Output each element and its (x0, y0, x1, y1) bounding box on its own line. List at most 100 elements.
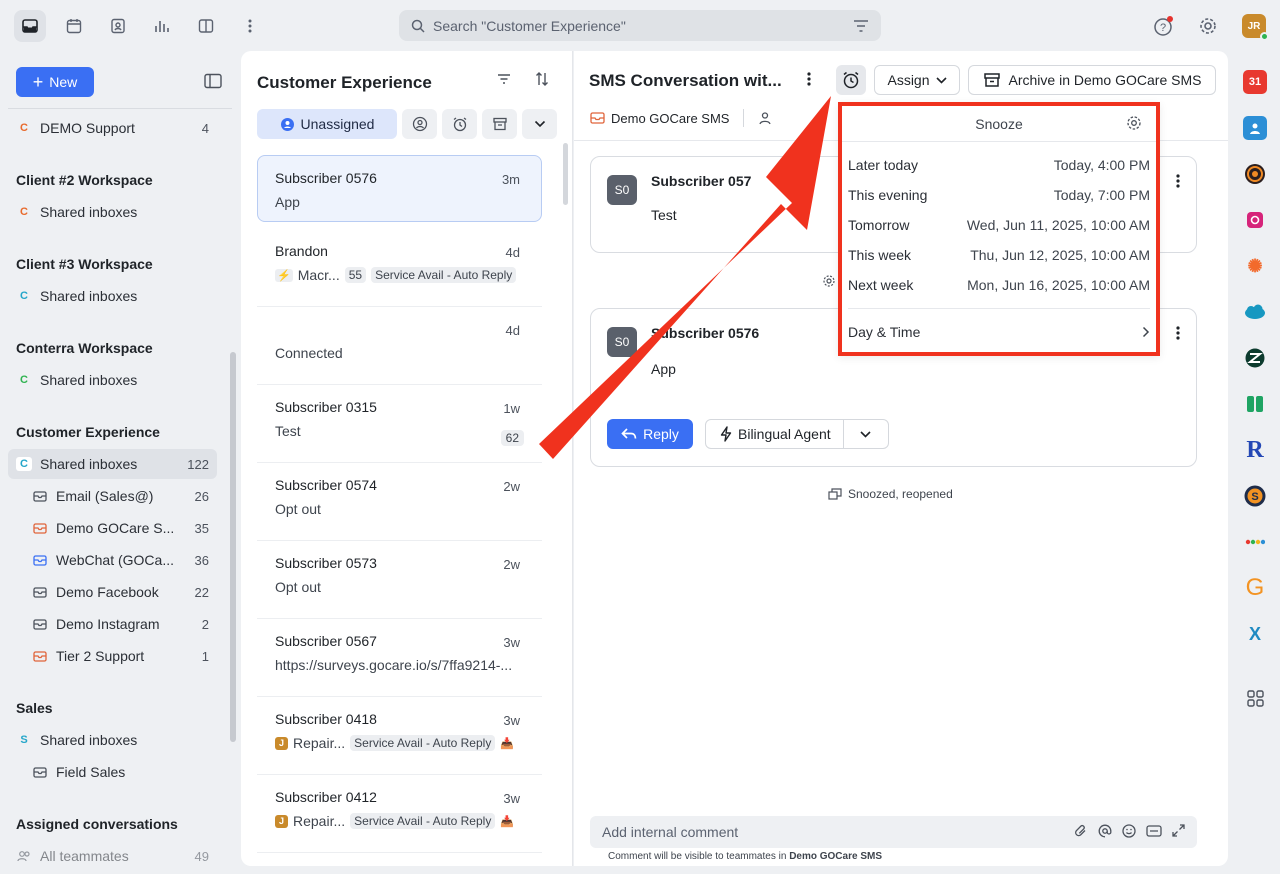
search-input[interactable]: Search "Customer Experience" (399, 10, 881, 41)
sidebar-item-inbox[interactable]: Tier 2 Support 1 (8, 641, 217, 671)
sort-icon[interactable] (534, 71, 550, 90)
snooze-option-label: Later today (848, 157, 919, 173)
analytics-icon[interactable] (146, 10, 178, 42)
inbox-icon[interactable] (14, 10, 46, 42)
user-avatar[interactable]: JR (1242, 14, 1269, 41)
unassigned-icon (280, 117, 294, 131)
sidebar-item-inbox[interactable]: WebChat (GOCa... 36 (8, 545, 217, 575)
filter-snoozed[interactable] (442, 109, 477, 139)
reopen-icon (828, 488, 842, 500)
sidebar-scrollbar[interactable] (230, 352, 236, 742)
g-app-icon[interactable]: G (1243, 574, 1267, 601)
archive-button[interactable]: Archive in Demo GOCare SMS (968, 65, 1216, 95)
snooze-option-this-evening[interactable]: This evening Today, 7:00 PM (848, 180, 1150, 210)
online-status-dot (1260, 32, 1269, 41)
apps-grid-icon[interactable] (1243, 686, 1267, 710)
instagram-app-icon[interactable] (1243, 208, 1267, 232)
snooze-button[interactable] (836, 65, 866, 95)
sidebar-item-inbox[interactable]: Email (Sales@) 26 (8, 481, 217, 511)
ai-agent-main[interactable]: Bilingual Agent (706, 420, 844, 448)
sidebar-item-shared-inboxes[interactable]: C Shared inboxes 122 (8, 449, 217, 479)
more-vertical-icon[interactable] (234, 10, 266, 42)
calendar-icon[interactable] (58, 10, 90, 42)
sidebar-item-inbox[interactable]: Field Sales (8, 757, 217, 787)
list-item[interactable]: Subscriber 0418 3w J Repair... Service A… (257, 697, 542, 775)
hubspot-app-icon[interactable]: ✺ (1243, 254, 1267, 278)
filter-more-dropdown[interactable] (522, 109, 557, 139)
reply-button[interactable]: Reply (607, 419, 693, 449)
filter-assigned[interactable] (402, 109, 437, 139)
split-view-icon[interactable] (190, 10, 222, 42)
workspace-badge: C (20, 206, 28, 218)
user-icon[interactable] (758, 111, 772, 125)
settings-gear-icon[interactable] (1192, 10, 1224, 42)
g-app-letter: G (1245, 574, 1265, 601)
contacts-icon[interactable] (102, 10, 134, 42)
list-item[interactable]: 4d Connected (257, 307, 542, 385)
conversation-name: Subscriber 0412 (275, 789, 377, 805)
sidebar-item-demo-support[interactable]: C DEMO Support 4 (8, 113, 217, 143)
envelope-icon (32, 490, 48, 502)
snooze-option-this-week[interactable]: This week Thu, Jun 12, 2025, 10:00 AM (848, 240, 1150, 270)
dots-app-icon[interactable] (1243, 530, 1267, 554)
more-vertical-icon[interactable] (807, 71, 811, 90)
sidebar-item-all-teammates[interactable]: All teammates 49 (8, 841, 217, 871)
target-app-icon[interactable] (1243, 162, 1267, 186)
attachment-icon[interactable] (1074, 824, 1088, 841)
list-item[interactable]: Subscriber 0574 2w Opt out (257, 463, 542, 541)
internal-comment-input[interactable]: Add internal comment (590, 816, 1197, 848)
more-vertical-icon[interactable] (1176, 325, 1180, 344)
collapse-sidebar-icon[interactable] (204, 73, 222, 92)
sidebar-item-inbox[interactable]: Demo Facebook 22 (8, 577, 217, 607)
filter-icon[interactable] (496, 71, 512, 90)
sidebar-item-inbox[interactable]: Demo GOCare S... 35 (8, 513, 217, 543)
inbox-indicator[interactable]: Demo GOCare SMS (590, 109, 772, 127)
snooze-option-next-week[interactable]: Next week Mon, Jun 16, 2025, 10:00 AM (848, 270, 1150, 300)
filter-archived[interactable] (482, 109, 517, 139)
salesforce-app-icon[interactable] (1243, 300, 1267, 324)
snooze-option-time: Mon, Jun 16, 2025, 10:00 AM (967, 277, 1150, 293)
mention-icon[interactable] (1098, 824, 1112, 841)
snooze-option-tomorrow[interactable]: Tomorrow Wed, Jun 11, 2025, 10:00 AM (848, 210, 1150, 240)
filter-unassigned[interactable]: Unassigned (257, 109, 397, 139)
sidebar-item-label: Email (Sales@) (56, 488, 154, 504)
message-count-badge: 55 (344, 267, 367, 283)
snooze-option-time: Thu, Jun 12, 2025, 10:00 AM (970, 247, 1150, 263)
list-item[interactable]: Subscriber 0576 3m App (257, 155, 542, 222)
ai-agent-dropdown[interactable] (844, 430, 888, 438)
sidebar-item-shared-inboxes[interactable]: C Shared inboxes (8, 365, 217, 395)
x-app-icon[interactable]: X (1243, 622, 1267, 646)
help-icon[interactable]: ? (1148, 10, 1180, 42)
emoji-icon[interactable] (1122, 823, 1136, 841)
sidebar-item-shared-inboxes[interactable]: C Shared inboxes (8, 281, 217, 311)
new-button[interactable]: + New (16, 67, 94, 97)
list-item[interactable]: Subscriber 0412 3w J Repair... Service A… (257, 775, 542, 853)
contacts-app-icon[interactable] (1243, 116, 1267, 140)
ai-agent-button[interactable]: Bilingual Agent (705, 419, 889, 449)
list-item[interactable]: Subscriber 0573 2w Opt out (257, 541, 542, 619)
sidebar-item-inbox[interactable]: Demo Instagram 2 (8, 609, 217, 639)
r-app-icon[interactable]: R (1243, 437, 1267, 463)
snooze-settings-gear-icon[interactable] (1126, 115, 1142, 134)
sheets-app-icon[interactable] (1243, 392, 1267, 416)
assign-button[interactable]: Assign (874, 65, 960, 95)
chevron-down-icon (935, 76, 947, 84)
list-item[interactable]: Brandon 4d ⚡ Macr... 55 Service Avail - … (257, 229, 542, 307)
expand-icon[interactable] (1172, 823, 1185, 841)
sidebar-item-shared-inboxes[interactable]: C Shared inboxes (8, 197, 217, 227)
list-scrollbar[interactable] (563, 143, 568, 205)
snooze-option-later-today[interactable]: Later today Today, 4:00 PM (848, 150, 1150, 180)
zendesk-app-icon[interactable] (1243, 346, 1267, 370)
calendar-app-icon[interactable]: 31 (1243, 70, 1267, 94)
gif-icon[interactable] (1146, 824, 1162, 841)
s-app-icon[interactable]: S (1243, 484, 1267, 508)
more-vertical-icon[interactable] (1176, 173, 1180, 192)
sidebar-item-shared-inboxes[interactable]: S Shared inboxes (8, 725, 217, 755)
list-item[interactable]: Subscriber 0567 3w https://surveys.gocar… (257, 619, 542, 697)
snooze-option-day-time[interactable]: Day & Time (848, 317, 1150, 347)
filter-icon[interactable] (853, 19, 869, 32)
sidebar-item-count: 35 (194, 520, 209, 536)
svg-text:?: ? (1160, 22, 1166, 34)
list-item[interactable]: Subscriber 0315 1w Test 62 (257, 385, 542, 463)
sidebar-item-label: Shared inboxes (40, 288, 138, 304)
